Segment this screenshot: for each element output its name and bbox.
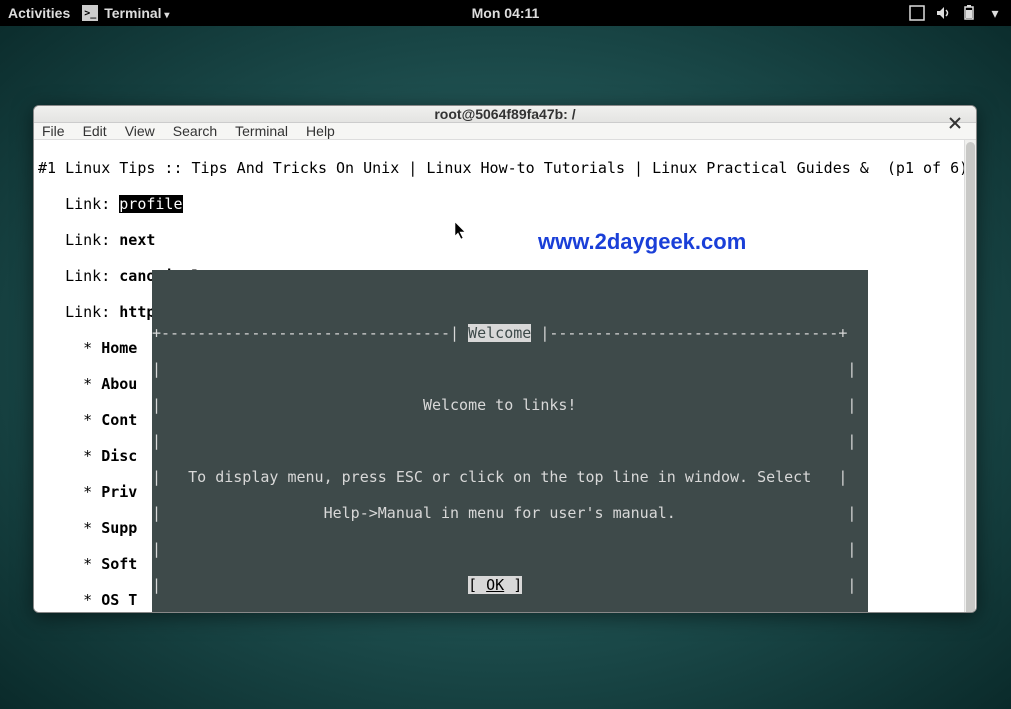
watermark-url: www.2daygeek.com [538, 229, 746, 255]
nav-item[interactable]: Abou [101, 375, 137, 393]
nav-item[interactable]: Soft [101, 555, 137, 573]
volume-icon[interactable] [935, 5, 951, 21]
menu-help[interactable]: Help [306, 123, 335, 139]
app-menu[interactable]: >_ Terminal [82, 5, 169, 21]
page-heading: #1 Linux Tips :: Tips And Tricks On Unix… [38, 159, 869, 177]
system-tray: ▾ [909, 5, 1003, 21]
link-label: Link: [65, 231, 110, 249]
link-label: Link: [65, 195, 110, 213]
scrollbar[interactable] [964, 140, 976, 613]
nav-item[interactable]: Home [101, 339, 137, 357]
menu-edit[interactable]: Edit [83, 123, 107, 139]
window-titlebar[interactable]: root@5064f89fa47b: / [34, 106, 976, 123]
dialog-ok-button[interactable]: [ OK ] [468, 576, 522, 594]
battery-icon[interactable] [961, 5, 977, 21]
app-menu-label: Terminal [104, 5, 169, 21]
page-position: (p1 of 6) [887, 159, 968, 177]
menu-terminal[interactable]: Terminal [235, 123, 288, 139]
links-welcome-dialog: +--------------------------------| Welco… [152, 270, 868, 613]
window-title: root@5064f89fa47b: / [434, 106, 575, 122]
nav-item[interactable]: OS T [101, 591, 137, 609]
link-next[interactable]: next [119, 231, 155, 249]
scrollbar-thumb[interactable] [966, 142, 975, 613]
accessibility-icon[interactable] [909, 5, 925, 21]
gnome-topbar: Activities >_ Terminal Mon 04:11 ▾ [0, 0, 1011, 26]
terminal-icon: >_ [82, 5, 98, 21]
topbar-left: Activities >_ Terminal [8, 5, 169, 21]
menu-file[interactable]: File [42, 123, 65, 139]
link-label: Link: [65, 303, 110, 321]
menu-view[interactable]: View [125, 123, 155, 139]
nav-item[interactable]: Cont [101, 411, 137, 429]
system-menu-caret-icon[interactable]: ▾ [987, 5, 1003, 21]
terminal-content[interactable]: #1 Linux Tips :: Tips And Tricks On Unix… [34, 140, 976, 613]
dialog-line2: To display menu, press ESC or click on t… [188, 468, 811, 486]
dialog-title: Welcome [468, 324, 531, 342]
link-label: Link: [65, 267, 110, 285]
dialog-line3: Help->Manual in menu for user's manual. [324, 504, 676, 522]
dialog-line1: Welcome to links! [423, 396, 577, 414]
nav-item[interactable]: Priv [101, 483, 137, 501]
link-profile[interactable]: profile [119, 195, 182, 213]
clock[interactable]: Mon 04:11 [472, 5, 540, 21]
terminal-menubar: File Edit View Search Terminal Help [34, 123, 976, 140]
terminal-window: root@5064f89fa47b: / File Edit View Sear… [33, 105, 977, 613]
activities-button[interactable]: Activities [8, 5, 70, 21]
close-button[interactable] [944, 112, 966, 134]
menu-search[interactable]: Search [173, 123, 217, 139]
nav-item[interactable]: Supp [101, 519, 137, 537]
nav-item[interactable]: Disc [101, 447, 137, 465]
